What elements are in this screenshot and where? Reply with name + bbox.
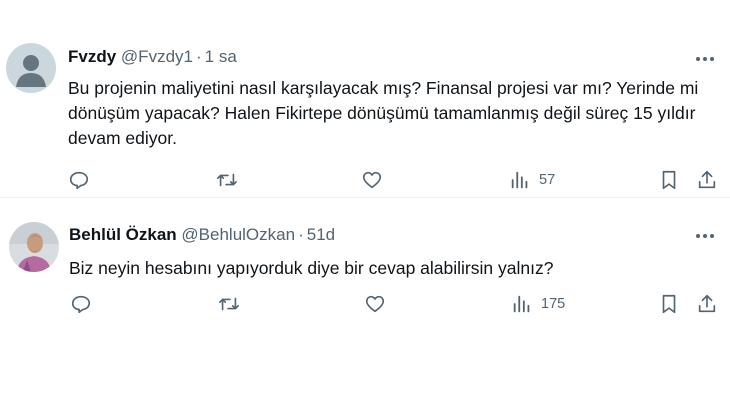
retweet-button[interactable] (216, 168, 238, 192)
tweet-header: Behlül Özkan @BehlulOzkan · 51d (69, 225, 335, 245)
heart-icon (362, 171, 382, 189)
share-icon (698, 294, 716, 313)
like-button[interactable] (364, 292, 386, 316)
action-bar: 57 (0, 168, 730, 192)
author-name[interactable]: Fvzdy (68, 47, 116, 66)
reply-button[interactable] (70, 292, 92, 316)
like-button[interactable] (361, 168, 383, 192)
author-name[interactable]: Behlül Özkan (69, 225, 177, 244)
more-dots-icon[interactable] (694, 49, 716, 69)
reply-icon (71, 295, 91, 314)
separator-dot: · (195, 47, 202, 66)
heart-icon (365, 295, 385, 313)
tweet-header: Fvzdy @Fvzdy1 · 1 sa (68, 47, 237, 67)
avatar[interactable] (6, 43, 56, 93)
avatar[interactable] (9, 222, 59, 272)
views-count: 57 (539, 172, 556, 188)
views-chart-icon (513, 295, 530, 313)
tweet[interactable]: Behlül Özkan @BehlulOzkan · 51d Biz neyin … (0, 198, 730, 340)
retweet-icon (219, 297, 239, 311)
more-dots-icon[interactable] (694, 226, 716, 246)
author-handle[interactable]: @Fvzdy1 (121, 47, 193, 66)
separator-dot: · (298, 225, 304, 244)
tweet-text: Biz neyin hesabını yapıyorduk diye bir c… (69, 258, 554, 278)
action-bar: 175 (0, 292, 730, 316)
retweet-button[interactable] (218, 292, 240, 316)
bookmark-icon (662, 294, 676, 314)
retweet-icon (217, 173, 237, 187)
timestamp[interactable]: 51d (307, 225, 335, 244)
views-button[interactable]: 175 (511, 292, 565, 316)
author-handle[interactable]: @BehlulOzkan (181, 225, 295, 244)
bookmark-button[interactable] (658, 168, 680, 192)
bookmark-icon (662, 170, 676, 190)
reply-button[interactable] (68, 168, 90, 192)
tweet-text: Bu projenin maliyetini nasıl karşılayaca… (68, 78, 699, 148)
views-count: 175 (541, 296, 566, 312)
views-chart-icon (511, 171, 528, 189)
reply-icon (69, 171, 89, 190)
share-button[interactable] (696, 168, 718, 192)
tweet[interactable]: Fvzdy @Fvzdy1 · 1 sa Bu projenin maliyetin… (0, 0, 730, 198)
share-button[interactable] (696, 292, 718, 316)
bookmark-button[interactable] (658, 292, 680, 316)
timestamp[interactable]: 1 sa (205, 47, 237, 66)
views-button[interactable]: 57 (509, 168, 555, 192)
share-icon (698, 170, 716, 189)
